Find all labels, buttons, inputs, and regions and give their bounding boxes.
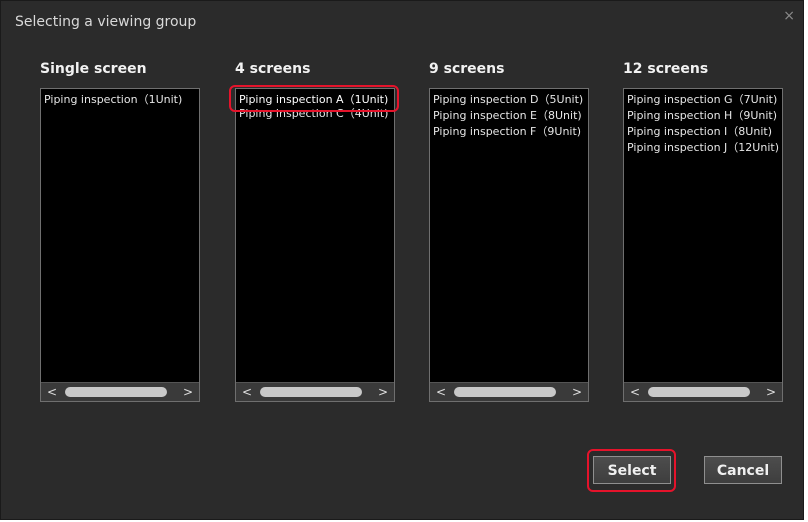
- column-9-screens: 9 screens Piping inspection D（5Unit) Pip…: [429, 61, 589, 402]
- scroll-thumb[interactable]: [648, 387, 750, 397]
- scroll-left-icon[interactable]: <: [432, 383, 450, 401]
- dialog-title: Selecting a viewing group: [15, 14, 197, 30]
- list-item[interactable]: Piping inspection G（7Unit): [627, 92, 779, 108]
- scroll-thumb[interactable]: [65, 387, 167, 397]
- list-item[interactable]: Piping inspection C（4Unit): [239, 106, 391, 122]
- column-single-screen: Single screen Piping inspection（1Unit) <…: [40, 61, 200, 402]
- list-item[interactable]: Piping inspection I（8Unit): [627, 124, 779, 140]
- list-item[interactable]: Piping inspection D（5Unit): [433, 92, 585, 108]
- scroll-left-icon[interactable]: <: [626, 383, 644, 401]
- dialog-titlebar: Selecting a viewing group ×: [1, 1, 803, 41]
- scroll-left-icon[interactable]: <: [43, 383, 61, 401]
- horizontal-scrollbar[interactable]: < >: [41, 382, 199, 401]
- list-item[interactable]: Piping inspection（1Unit): [44, 92, 196, 108]
- column-title: Single screen: [40, 61, 147, 77]
- horizontal-scrollbar[interactable]: < >: [236, 382, 394, 401]
- horizontal-scrollbar[interactable]: < >: [624, 382, 782, 401]
- list-item[interactable]: Piping inspection F（9Unit): [433, 124, 585, 140]
- horizontal-scrollbar[interactable]: < >: [430, 382, 588, 401]
- viewing-group-dialog: Selecting a viewing group × Single scree…: [0, 0, 804, 520]
- group-listbox[interactable]: Piping inspection G（7Unit) Piping inspec…: [623, 88, 783, 402]
- scroll-right-icon[interactable]: >: [762, 383, 780, 401]
- cancel-button[interactable]: Cancel: [704, 456, 782, 484]
- scroll-thumb[interactable]: [260, 387, 362, 397]
- scroll-right-icon[interactable]: >: [374, 383, 392, 401]
- column-title: 4 screens: [235, 61, 311, 77]
- group-listbox[interactable]: Piping inspection（1Unit) < >: [40, 88, 200, 402]
- column-title: 12 screens: [623, 61, 709, 77]
- list-item[interactable]: Piping inspection H（9Unit): [627, 108, 779, 124]
- column-12-screens: 12 screens Piping inspection G（7Unit) Pi…: [623, 61, 783, 402]
- scroll-right-icon[interactable]: >: [568, 383, 586, 401]
- close-icon[interactable]: ×: [783, 8, 795, 24]
- column-title: 9 screens: [429, 61, 505, 77]
- group-listbox[interactable]: Piping inspection A（1Unit) Piping inspec…: [235, 88, 395, 402]
- list-item[interactable]: Piping inspection J（12Unit): [627, 140, 779, 156]
- select-button[interactable]: Select: [593, 456, 671, 484]
- group-listbox[interactable]: Piping inspection D（5Unit) Piping inspec…: [429, 88, 589, 402]
- scroll-left-icon[interactable]: <: [238, 383, 256, 401]
- list-item[interactable]: Piping inspection E（8Unit): [433, 108, 585, 124]
- scroll-thumb[interactable]: [454, 387, 556, 397]
- column-4-screens: 4 screens Piping inspection A（1Unit) Pip…: [229, 61, 399, 402]
- scroll-right-icon[interactable]: >: [179, 383, 197, 401]
